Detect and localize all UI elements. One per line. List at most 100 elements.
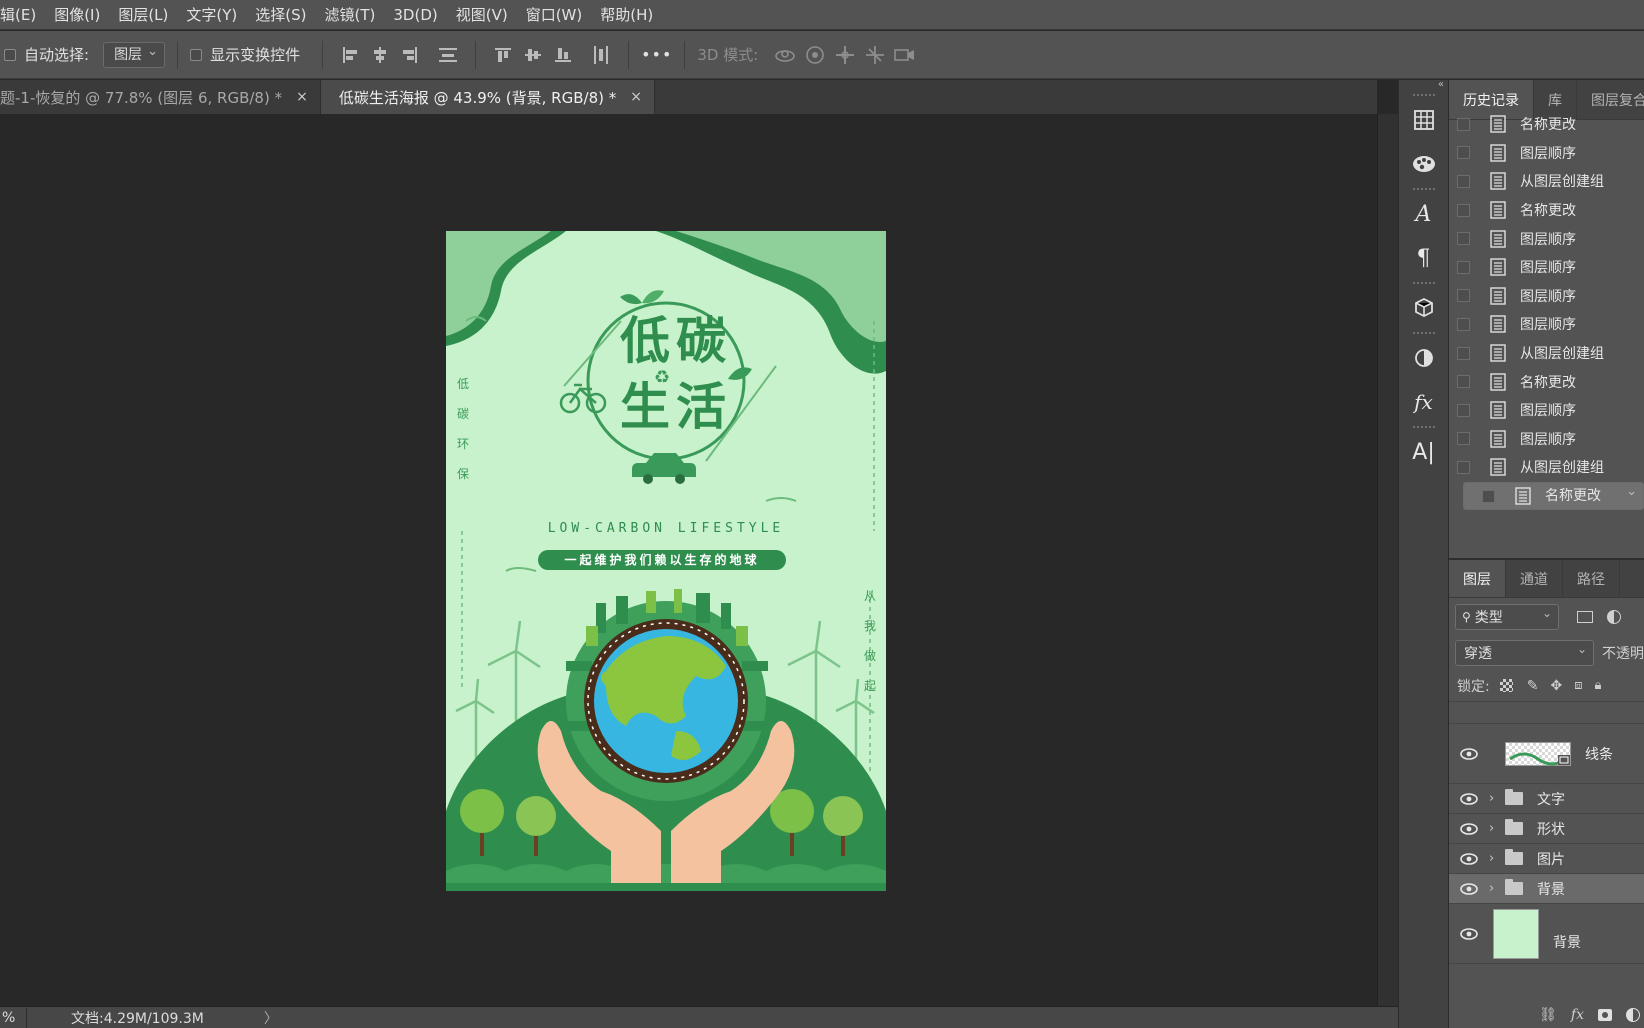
- visibility-eye-icon[interactable]: [1449, 792, 1489, 805]
- history-brush-checkbox[interactable]: [1457, 174, 1470, 188]
- menu-3d[interactable]: 3D(D): [384, 0, 446, 30]
- lock-pixels-icon[interactable]: ✎: [1527, 678, 1539, 694]
- tab-library[interactable]: 库: [1534, 80, 1577, 119]
- visibility-eye-icon[interactable]: [1449, 927, 1489, 940]
- more-options-button[interactable]: •••: [641, 45, 672, 64]
- layer-row[interactable]: › 文字: [1449, 784, 1644, 814]
- tab-layer-comps[interactable]: 图层复合: [1577, 80, 1644, 119]
- 3d-pan-icon[interactable]: [830, 40, 860, 70]
- menu-filter[interactable]: 滤镜(T): [316, 0, 385, 30]
- menu-help[interactable]: 帮助(H): [591, 0, 662, 30]
- menu-window[interactable]: 窗口(W): [517, 0, 592, 30]
- blend-mode-dropdown[interactable]: 穿透 ⌄: [1455, 640, 1594, 666]
- lock-transparency-icon[interactable]: [1499, 679, 1513, 692]
- distribute-icon[interactable]: [433, 40, 463, 70]
- menu-layer[interactable]: 图层(L): [109, 0, 177, 30]
- lock-all-icon[interactable]: 🔒︎: [1594, 678, 1601, 693]
- fx-icon[interactable]: fx: [1571, 1007, 1584, 1023]
- menu-select[interactable]: 选择(S): [246, 0, 315, 30]
- 3d-orbit-icon[interactable]: [770, 40, 800, 70]
- fx-icon[interactable]: fx: [1399, 380, 1448, 424]
- history-brush-checkbox[interactable]: [1457, 117, 1470, 131]
- history-item[interactable]: 名称更改: [1449, 367, 1644, 396]
- close-icon[interactable]: ×: [296, 89, 308, 105]
- auto-select-dropdown[interactable]: 图层: [103, 40, 166, 68]
- zoom-readout[interactable]: %: [0, 1010, 15, 1026]
- history-brush-checkbox[interactable]: [1457, 289, 1470, 303]
- history-brush-checkbox[interactable]: [1457, 203, 1470, 217]
- history-brush-checkbox[interactable]: [1457, 232, 1470, 246]
- type-cursor-icon[interactable]: A|: [1399, 430, 1448, 474]
- history-item[interactable]: 图层顺序: [1449, 139, 1644, 168]
- tab-layers[interactable]: 图层: [1449, 560, 1506, 597]
- align-left-icon[interactable]: [335, 40, 365, 70]
- history-item[interactable]: 图层顺序: [1449, 425, 1644, 454]
- history-brush-checkbox[interactable]: [1482, 489, 1495, 503]
- vertical-scrollbar[interactable]: [1377, 114, 1398, 1006]
- auto-select-checkbox[interactable]: [4, 48, 16, 61]
- layer-row[interactable]: › 背景: [1449, 874, 1644, 904]
- history-item[interactable]: 从图层创建组: [1449, 339, 1644, 368]
- collapse-arrow-icon[interactable]: «: [1399, 80, 1448, 92]
- tab-history[interactable]: 历史记录: [1449, 80, 1534, 119]
- link-icon[interactable]: ⛓: [1539, 1007, 1557, 1023]
- align-hcenter-icon[interactable]: [365, 40, 395, 70]
- menu-image[interactable]: 图像(I): [45, 0, 109, 30]
- history-brush-checkbox[interactable]: [1457, 432, 1470, 446]
- history-brush-checkbox[interactable]: [1457, 146, 1470, 160]
- history-item[interactable]: 图层顺序: [1449, 224, 1644, 253]
- 3d-camera-icon[interactable]: [890, 40, 920, 70]
- history-brush-checkbox[interactable]: [1457, 403, 1470, 417]
- align-bottom-icon[interactable]: [548, 40, 578, 70]
- layer-row[interactable]: 线条: [1449, 724, 1644, 784]
- paragraph-icon[interactable]: ¶: [1399, 236, 1448, 280]
- history-item[interactable]: 图层顺序: [1449, 282, 1644, 311]
- expand-chevron-icon[interactable]: ›: [1489, 821, 1505, 836]
- align-vcenter-icon[interactable]: [518, 40, 548, 70]
- tab-paths[interactable]: 路径: [1563, 560, 1620, 597]
- 3d-roll-icon[interactable]: [800, 40, 830, 70]
- visibility-eye-icon[interactable]: [1449, 747, 1489, 760]
- lock-artboard-icon[interactable]: ⧈: [1574, 678, 1582, 693]
- character-icon[interactable]: A: [1399, 192, 1448, 236]
- lock-position-icon[interactable]: ✥: [1550, 678, 1562, 694]
- history-brush-checkbox[interactable]: [1457, 460, 1470, 474]
- history-brush-checkbox[interactable]: [1457, 375, 1470, 389]
- history-item[interactable]: 从图层创建组: [1449, 167, 1644, 196]
- tab-low-carbon-poster[interactable]: 低碳生活海报 @ 43.9% (背景, RGB/8) * ×: [320, 80, 655, 114]
- close-icon[interactable]: ×: [630, 89, 642, 105]
- tab-untitled-recovered[interactable]: 题-1-恢复的 @ 77.8% (图层 6, RGB/8) * ×: [0, 80, 321, 114]
- menu-type[interactable]: 文字(Y): [177, 0, 246, 30]
- menu-view[interactable]: 视图(V): [447, 0, 517, 30]
- history-item[interactable]: 图层顺序: [1449, 253, 1644, 282]
- layer-row[interactable]: 背景: [1449, 904, 1644, 964]
- adjustment-icon[interactable]: [1626, 1008, 1640, 1022]
- menu-edit[interactable]: 辑(E): [0, 0, 45, 30]
- layer-filter-dropdown[interactable]: ⚲ 类型 ⌄: [1455, 604, 1559, 630]
- distribute-vertical-icon[interactable]: [586, 40, 616, 70]
- mask-icon[interactable]: [1598, 1009, 1612, 1021]
- show-transform-checkbox[interactable]: [190, 48, 203, 61]
- history-item[interactable]: 图层顺序: [1449, 396, 1644, 425]
- adjustments-icon[interactable]: [1399, 336, 1448, 380]
- align-top-icon[interactable]: [488, 40, 518, 70]
- visibility-eye-icon[interactable]: [1449, 852, 1489, 865]
- poster-artwork[interactable]: 低碳 生活 ♻ LOW-CARBON LIFESTYLE 一起维护我们赖以生存的…: [446, 231, 886, 891]
- expand-chevron-icon[interactable]: ›: [1489, 881, 1505, 896]
- history-item[interactable]: 名称更改: [1463, 480, 1644, 511]
- visibility-eye-icon[interactable]: [1449, 882, 1489, 895]
- layer-row[interactable]: › 形状: [1449, 814, 1644, 844]
- 3d-slide-icon[interactable]: [860, 40, 890, 70]
- tab-channels[interactable]: 通道: [1506, 560, 1563, 597]
- history-item[interactable]: 图层顺序: [1449, 310, 1644, 339]
- palette-icon[interactable]: [1399, 142, 1448, 186]
- history-item[interactable]: 名称更改: [1449, 196, 1644, 225]
- history-item[interactable]: 从图层创建组: [1449, 453, 1644, 482]
- align-right-icon[interactable]: [395, 40, 425, 70]
- 3d-cube-icon[interactable]: [1399, 286, 1448, 330]
- image-filter-icon[interactable]: [1577, 611, 1593, 623]
- expand-chevron-icon[interactable]: ›: [1489, 851, 1505, 866]
- history-brush-checkbox[interactable]: [1457, 260, 1470, 274]
- visibility-eye-icon[interactable]: [1449, 822, 1489, 835]
- history-brush-checkbox[interactable]: [1457, 346, 1470, 360]
